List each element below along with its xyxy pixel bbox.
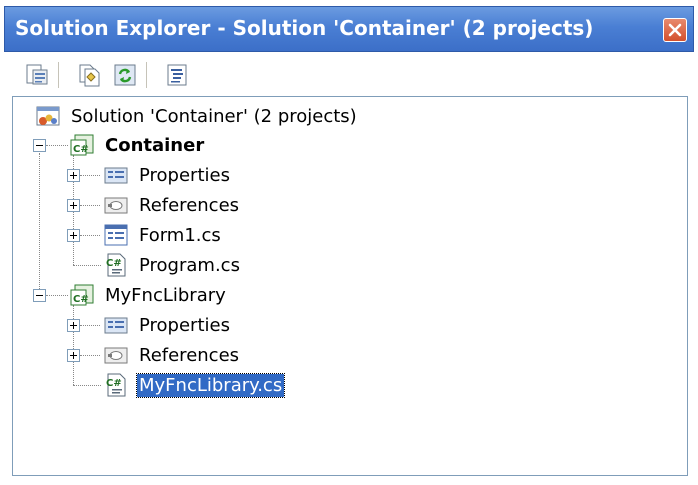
tree-item-properties[interactable]: Properties <box>103 161 232 189</box>
tree-item-label-selected: MyFncLibrary.cs <box>135 372 286 398</box>
references-icon <box>104 347 128 364</box>
plus-icon <box>70 172 77 179</box>
solution-icon <box>36 106 60 126</box>
window-title: Solution Explorer - Solution 'Container'… <box>15 16 594 40</box>
expand-form1-toggle[interactable] <box>67 229 80 242</box>
minus-icon <box>36 145 43 146</box>
tree-connector <box>80 235 100 236</box>
view-code-icon <box>167 64 187 86</box>
show-all-files-icon <box>79 64 100 87</box>
solution-tree[interactable]: Solution 'Container' (2 projects) C# Con… <box>12 96 688 476</box>
show-all-files-button[interactable] <box>74 60 104 90</box>
tree-item-label: Solution 'Container' (2 projects) <box>71 105 357 127</box>
properties-folder-icon <box>104 317 128 334</box>
tree-item-project-myfnclibrary[interactable]: C# MyFncLibrary <box>69 281 228 309</box>
tree-connector <box>73 385 101 386</box>
tree-connector <box>46 145 68 146</box>
collapse-container-toggle[interactable] <box>33 139 46 152</box>
plus-icon <box>70 352 77 359</box>
tree-item-label: Container <box>105 134 205 156</box>
minus-icon <box>36 295 43 296</box>
tree-item-label: References <box>139 344 240 366</box>
tree-item-label: Program.cs <box>139 254 240 276</box>
plus-icon <box>70 232 77 239</box>
tree-connector <box>46 295 68 296</box>
tree-connector <box>73 305 74 385</box>
expand-references-toggle[interactable] <box>67 199 80 212</box>
properties-button[interactable] <box>22 60 52 90</box>
svg-text:C#: C# <box>106 378 122 389</box>
refresh-button[interactable] <box>110 60 140 90</box>
tree-connector <box>80 205 100 206</box>
tree-item-label: Properties <box>139 314 230 336</box>
tree-item-project-container[interactable]: C# Container <box>69 131 206 159</box>
tree-item-label: Properties <box>139 164 230 186</box>
properties-folder-icon <box>104 167 128 184</box>
csharp-project-icon: C# <box>70 284 94 306</box>
refresh-icon <box>114 64 136 86</box>
tree-item-references[interactable]: References <box>103 341 241 369</box>
csharp-file-icon: C# <box>106 253 126 277</box>
toolbar <box>12 56 694 94</box>
close-icon <box>668 23 682 37</box>
tree-item-solution[interactable]: Solution 'Container' (2 projects) <box>35 102 359 130</box>
form-icon <box>104 224 128 246</box>
tree-connector <box>80 175 100 176</box>
tree-item-references[interactable]: References <box>103 191 241 219</box>
expand-properties-toggle[interactable] <box>67 319 80 332</box>
properties-icon <box>26 64 48 85</box>
tree-item-form1[interactable]: Form1.cs <box>103 221 223 249</box>
tree-connector <box>39 153 40 297</box>
toolbar-separator <box>146 62 148 88</box>
expand-properties-toggle[interactable] <box>67 169 80 182</box>
tree-item-label: Form1.cs <box>139 224 221 246</box>
tree-connector <box>80 325 100 326</box>
close-button[interactable] <box>663 18 687 42</box>
tree-item-myfnclibrary-cs[interactable]: C# MyFncLibrary.cs <box>103 371 286 399</box>
tree-item-label: References <box>139 194 240 216</box>
tree-item-properties[interactable]: Properties <box>103 311 232 339</box>
collapse-myfnclibrary-toggle[interactable] <box>33 289 46 302</box>
plus-icon <box>70 322 77 329</box>
tree-item-program-cs[interactable]: C# Program.cs <box>103 251 242 279</box>
solution-explorer-window: Solution Explorer - Solution 'Container'… <box>0 0 698 485</box>
title-bar[interactable]: Solution Explorer - Solution 'Container'… <box>4 6 694 52</box>
svg-text:C#: C# <box>73 294 89 305</box>
expand-references-toggle[interactable] <box>67 349 80 362</box>
tree-connector <box>80 355 100 356</box>
toolbar-separator <box>58 62 60 88</box>
view-code-button[interactable] <box>162 60 192 90</box>
plus-icon <box>70 202 77 209</box>
svg-text:C#: C# <box>106 258 122 269</box>
tree-connector <box>73 265 101 266</box>
csharp-file-icon: C# <box>106 373 126 397</box>
svg-text:C#: C# <box>73 144 89 155</box>
references-icon <box>104 197 128 214</box>
csharp-project-icon: C# <box>70 134 94 156</box>
tree-item-label: MyFncLibrary <box>105 284 226 306</box>
